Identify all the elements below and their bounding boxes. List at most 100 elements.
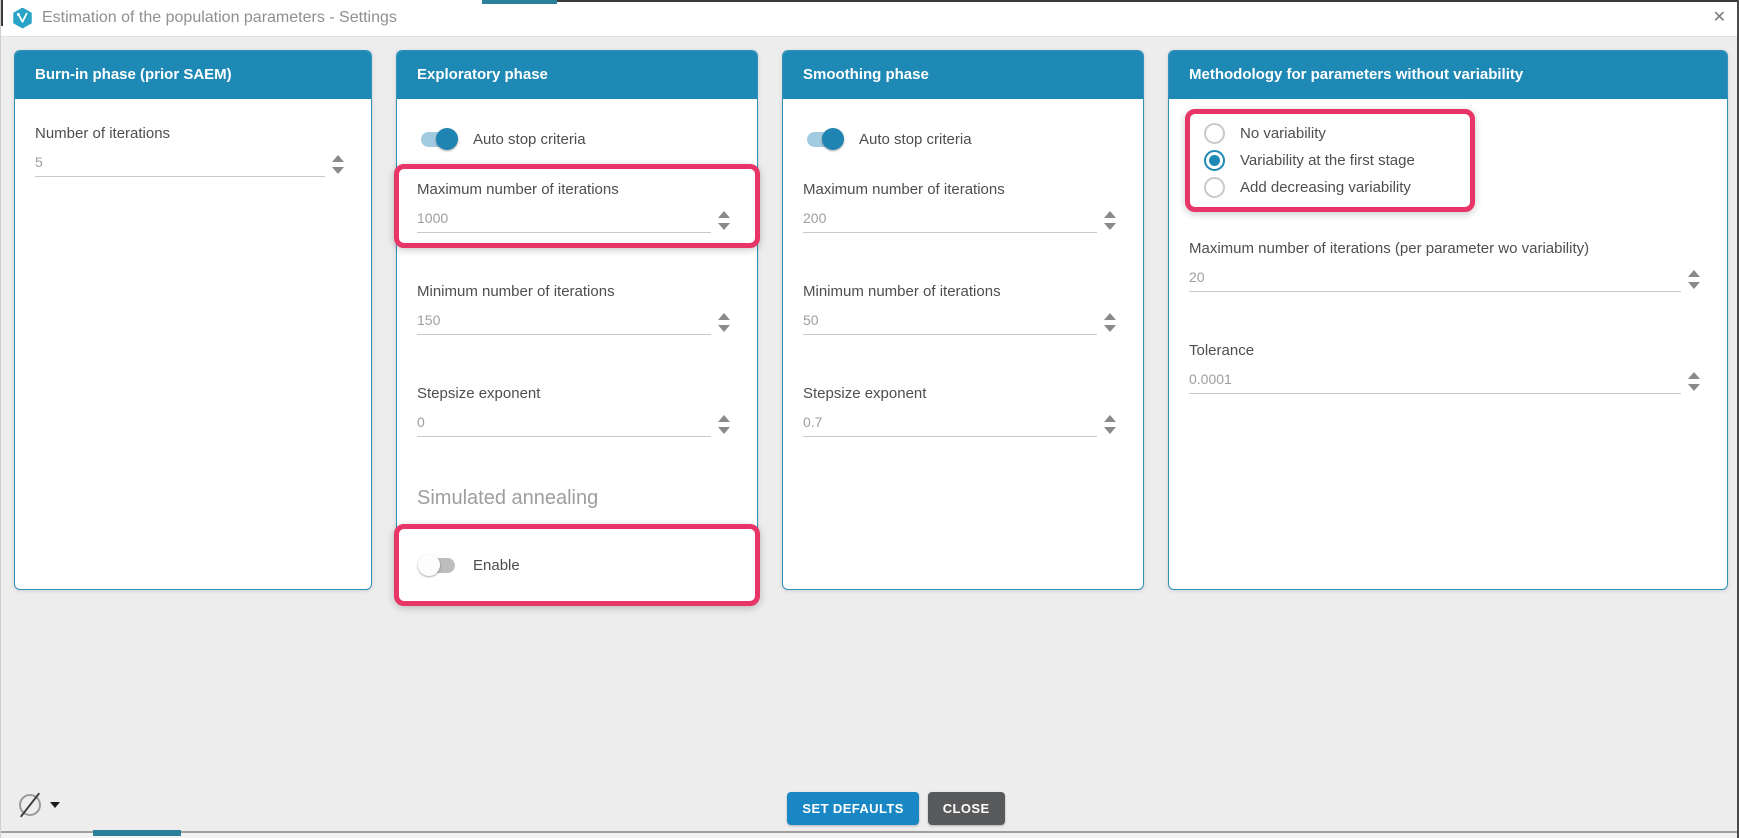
radio-row-variability-first-stage[interactable]: Variability at the first stage [1204, 147, 1456, 174]
background-app-teal-fragment-top [482, 0, 557, 4]
smoothing-stepsize-field: Stepsize exponent 0.7 [803, 385, 1123, 437]
auto-stop-toggle[interactable] [807, 132, 841, 147]
smoothing-min-iterations-input[interactable]: 50 [803, 312, 1097, 335]
background-window-top-edge [557, 0, 1739, 2]
spinner-down-icon[interactable] [1104, 325, 1116, 332]
spinner-up-icon[interactable] [718, 211, 730, 218]
field-label: Maximum number of iterations [803, 181, 1123, 198]
exploratory-min-iterations-input[interactable]: 150 [417, 312, 711, 335]
toggle-label: Auto stop criteria [859, 131, 972, 148]
field-label: Number of iterations [35, 125, 351, 142]
spinner-down-icon[interactable] [718, 325, 730, 332]
spinner-up-icon[interactable] [718, 415, 730, 422]
set-defaults-button[interactable]: SET DEFAULTS [787, 792, 918, 825]
burnin-iterations-spinner[interactable] [325, 155, 351, 177]
monolix-logo-icon [12, 8, 33, 29]
burnin-iterations-input[interactable]: 5 [35, 154, 325, 177]
panel-exploratory-title: Exploratory phase [397, 51, 757, 99]
panel-methodology-title: Methodology for parameters without varia… [1169, 51, 1727, 99]
field-label: Maximum number of iterations (per parame… [1189, 240, 1707, 257]
spinner-up-icon[interactable] [1104, 211, 1116, 218]
smoothing-auto-stop-row: Auto stop criteria [807, 127, 1123, 151]
methodology-tolerance-spinner[interactable] [1681, 372, 1707, 394]
smoothing-max-iterations-spinner[interactable] [1097, 211, 1123, 233]
close-button[interactable]: CLOSE [928, 792, 1005, 825]
radio-row-no-variability[interactable]: No variability [1204, 120, 1456, 147]
toggle-label: Auto stop criteria [473, 131, 586, 148]
spinner-up-icon[interactable] [1104, 313, 1116, 320]
exploratory-max-iterations-field: Maximum number of iterations 1000 [417, 181, 737, 233]
field-label: Stepsize exponent [417, 385, 737, 402]
spinner-down-icon[interactable] [1104, 427, 1116, 434]
spinner-down-icon[interactable] [1688, 282, 1700, 289]
spinner-down-icon[interactable] [1688, 384, 1700, 391]
methodology-max-iterations-input[interactable]: 20 [1189, 269, 1681, 292]
smoothing-max-iterations-field: Maximum number of iterations 200 [803, 181, 1123, 233]
field-label: Stepsize exponent [803, 385, 1123, 402]
panel-burnin-phase: Burn-in phase (prior SAEM) Number of ite… [14, 50, 372, 590]
radio-label: Variability at the first stage [1240, 152, 1415, 169]
methodology-tolerance-input[interactable]: 0.0001 [1189, 371, 1681, 394]
smoothing-min-iterations-spinner[interactable] [1097, 313, 1123, 335]
panel-burnin-title: Burn-in phase (prior SAEM) [15, 51, 371, 99]
panel-smoothing-title: Smoothing phase [783, 51, 1143, 99]
toggle-label: Enable [473, 557, 520, 574]
spinner-up-icon[interactable] [1688, 270, 1700, 277]
highlight-box-enable: Enable [394, 524, 760, 606]
field-label: Minimum number of iterations [417, 283, 737, 300]
smoothing-stepsize-input[interactable]: 0.7 [803, 414, 1097, 437]
smoothing-max-iterations-input[interactable]: 200 [803, 210, 1097, 233]
window-bottom-border [1, 831, 1739, 833]
auto-stop-toggle[interactable] [421, 132, 455, 147]
exploratory-min-iterations-field: Minimum number of iterations 150 [417, 283, 737, 335]
smoothing-stepsize-spinner[interactable] [1097, 415, 1123, 437]
exploratory-auto-stop-row: Auto stop criteria [421, 127, 737, 151]
dialog-title: Estimation of the population parameters … [42, 9, 397, 27]
window-bottom-strip [1, 833, 1739, 838]
radio-row-add-decreasing-variability[interactable]: Add decreasing variability [1204, 174, 1456, 201]
spinner-up-icon[interactable] [718, 313, 730, 320]
exploratory-min-iterations-spinner[interactable] [711, 313, 737, 335]
spinner-down-icon[interactable] [1104, 223, 1116, 230]
exploratory-stepsize-spinner[interactable] [711, 415, 737, 437]
background-app-teal-fragment-bottom [93, 830, 181, 836]
footer-buttons: SET DEFAULTS CLOSE [27, 792, 1739, 825]
spinner-up-icon[interactable] [332, 155, 344, 162]
exploratory-stepsize-field: Stepsize exponent 0 [417, 385, 737, 437]
field-label: Maximum number of iterations [417, 181, 737, 198]
panel-methodology: Methodology for parameters without varia… [1168, 50, 1728, 590]
highlight-box-max-iterations: Maximum number of iterations 1000 [394, 164, 760, 248]
radio-label: No variability [1240, 125, 1326, 142]
annealing-enable-toggle[interactable] [421, 558, 455, 573]
smoothing-min-iterations-field: Minimum number of iterations 50 [803, 283, 1123, 335]
spinner-down-icon[interactable] [332, 167, 344, 174]
field-label: Minimum number of iterations [803, 283, 1123, 300]
toggle-knob[interactable] [822, 128, 844, 150]
toggle-knob[interactable] [436, 128, 458, 150]
toggle-knob[interactable] [418, 554, 440, 576]
simulated-annealing-heading: Simulated annealing [417, 487, 737, 510]
spinner-up-icon[interactable] [1688, 372, 1700, 379]
exploratory-max-iterations-spinner[interactable] [711, 211, 737, 233]
radio-icon[interactable] [1204, 150, 1225, 171]
panel-exploratory-phase: Exploratory phase Auto stop criteria Max… [396, 50, 758, 590]
methodology-max-iterations-field: Maximum number of iterations (per parame… [1189, 240, 1707, 292]
methodology-tolerance-field: Tolerance 0.0001 [1189, 342, 1707, 394]
exploratory-stepsize-input[interactable]: 0 [417, 414, 711, 437]
burnin-iterations-field: Number of iterations 5 [35, 125, 351, 177]
window-left-border [1, 0, 3, 26]
radio-label: Add decreasing variability [1240, 179, 1411, 196]
spinner-up-icon[interactable] [1104, 415, 1116, 422]
panel-smoothing-phase: Smoothing phase Auto stop criteria Maxim… [782, 50, 1144, 590]
spinner-down-icon[interactable] [718, 223, 730, 230]
methodology-max-iterations-spinner[interactable] [1681, 270, 1707, 292]
radio-icon[interactable] [1204, 177, 1225, 198]
exploratory-max-iterations-input[interactable]: 1000 [417, 210, 711, 233]
close-icon[interactable]: ✕ [1713, 10, 1726, 26]
radio-icon[interactable] [1204, 123, 1225, 144]
annealing-enable-row: Enable [421, 553, 737, 577]
settings-panels: Burn-in phase (prior SAEM) Number of ite… [14, 50, 1728, 590]
title-bar: Estimation of the population parameters … [1, 0, 1739, 37]
spinner-down-icon[interactable] [718, 427, 730, 434]
field-label: Tolerance [1189, 342, 1707, 359]
